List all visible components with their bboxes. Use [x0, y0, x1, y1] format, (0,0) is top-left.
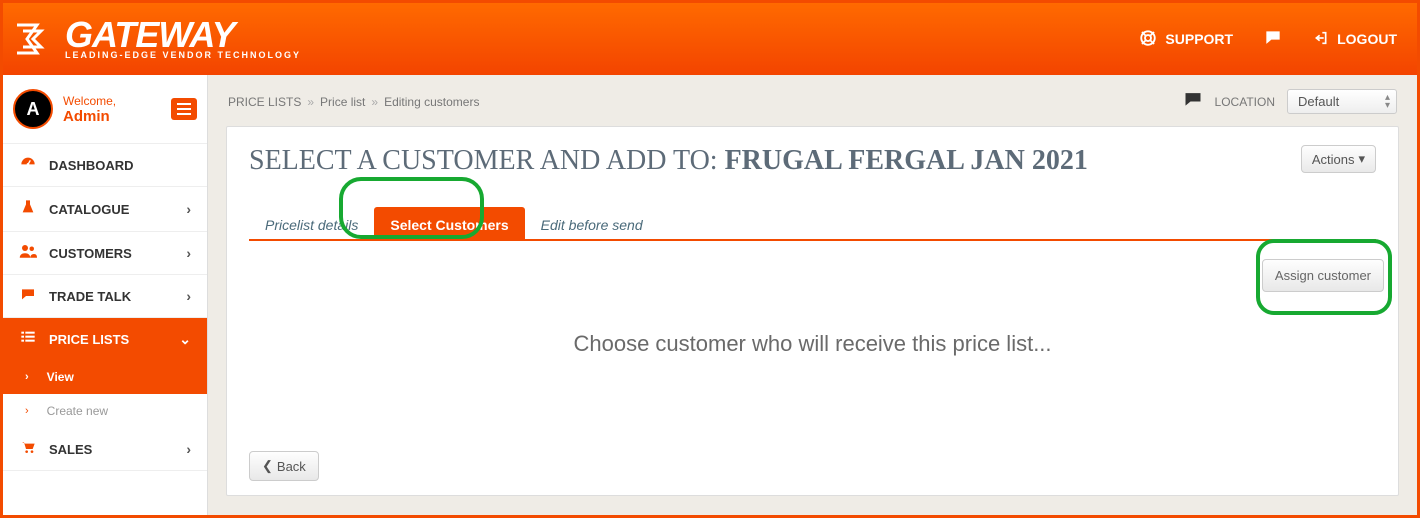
location-value: Default	[1298, 94, 1339, 109]
logout-link[interactable]: LOGOUT	[1313, 30, 1397, 49]
logout-label: LOGOUT	[1337, 31, 1397, 47]
chat-icon	[1263, 28, 1283, 51]
page-title: Select a customer and add to: Frugal Fer…	[249, 145, 1088, 177]
sidebar-item-dashboard[interactable]: DASHBOARD	[3, 144, 207, 187]
flask-icon	[19, 199, 37, 219]
brand-tagline: LEADING-EDGE VENDOR TECHNOLOGY	[65, 51, 301, 59]
sidebar-label: TRADE TALK	[49, 289, 131, 304]
location-select[interactable]: Default ▴▾	[1287, 89, 1397, 114]
main-panel: Select a customer and add to: Frugal Fer…	[226, 126, 1399, 496]
back-label: Back	[277, 459, 306, 474]
users-icon	[19, 244, 37, 262]
logout-icon	[1313, 30, 1329, 49]
sidebar-label: DASHBOARD	[49, 158, 134, 173]
back-button[interactable]: ❮ Back	[249, 451, 319, 481]
chevron-right-icon: ›	[186, 288, 191, 304]
breadcrumb-separator: »	[307, 95, 314, 109]
chevron-right-icon: ›	[25, 371, 29, 383]
page-chat-button[interactable]	[1183, 90, 1203, 113]
actions-dropdown[interactable]: Actions ▾	[1301, 145, 1376, 173]
sidebar-label: CUSTOMERS	[49, 246, 132, 261]
avatar[interactable]: A	[13, 89, 53, 129]
topbar: GATEWAY LEADING-EDGE VENDOR TECHNOLOGY S…	[3, 3, 1417, 75]
sidebar-item-customers[interactable]: CUSTOMERS ›	[3, 232, 207, 275]
stepper-icon: ▴▾	[1385, 94, 1390, 110]
actions-label: Actions	[1312, 152, 1355, 167]
sidebar-item-trade-talk[interactable]: TRADE TALK ›	[3, 275, 207, 318]
breadcrumb-row: PRICE LISTS » Price list » Editing custo…	[226, 85, 1399, 126]
sidebar-label: SALES	[49, 442, 92, 457]
chevron-right-icon: ›	[25, 405, 29, 417]
tab-pricelist-details[interactable]: Pricelist details	[249, 207, 374, 241]
assign-customer-button[interactable]: Assign customer	[1262, 259, 1384, 292]
welcome-text: Welcome,	[63, 94, 116, 108]
chat-icon	[19, 287, 37, 305]
page-title-name: Frugal Fergal Jan 2021	[725, 145, 1088, 176]
sidebar-item-sales[interactable]: SALES ›	[3, 428, 207, 471]
logo-text: GATEWAY LEADING-EDGE VENDOR TECHNOLOGY	[65, 19, 301, 59]
breadcrumb-item: Editing customers	[384, 95, 479, 109]
topbar-chat-button[interactable]	[1263, 28, 1283, 51]
dashboard-icon	[19, 156, 37, 174]
cart-icon	[19, 440, 37, 458]
support-link[interactable]: SUPPORT	[1139, 29, 1233, 50]
tab-select-customers[interactable]: Select Customers	[374, 207, 524, 241]
user-name: Admin	[63, 108, 116, 125]
list-icon	[19, 330, 37, 348]
tab-edit-before-send[interactable]: Edit before send	[525, 207, 659, 241]
sidebar-item-price-lists[interactable]: PRICE LISTS ⌄	[3, 318, 207, 360]
main-content: PRICE LISTS » Price list » Editing custo…	[208, 75, 1417, 515]
empty-state-message: Choose customer who will receive this pr…	[249, 331, 1376, 357]
chevron-down-icon: ⌄	[179, 331, 191, 348]
lifebuoy-icon	[1139, 29, 1157, 50]
sidebar-nav: DASHBOARD CATALOGUE › CUSTOMERS ›	[3, 144, 207, 471]
caret-down-icon: ▾	[1358, 151, 1365, 167]
page-title-prefix: Select a customer and add to:	[249, 145, 725, 176]
chevron-right-icon: ›	[186, 201, 191, 217]
location-label: LOCATION	[1215, 95, 1275, 109]
sidebar-sub-label: View	[47, 370, 74, 384]
sidebar-label: CATALOGUE	[49, 202, 129, 217]
chevron-right-icon: ›	[186, 245, 191, 261]
tab-bar: Pricelist details Select Customers Edit …	[249, 205, 1376, 241]
sidebar-subitem-create[interactable]: › Create new	[3, 394, 207, 428]
sidebar-item-catalogue[interactable]: CATALOGUE ›	[3, 187, 207, 232]
user-block: A Welcome, Admin	[3, 75, 207, 144]
sidebar-sub-label: Create new	[47, 404, 108, 418]
breadcrumb-item[interactable]: PRICE LISTS	[228, 95, 301, 109]
sidebar-toggle-button[interactable]	[171, 98, 197, 120]
sidebar-label: PRICE LISTS	[49, 332, 129, 347]
logo-mark-icon	[13, 17, 57, 61]
brand-logo[interactable]: GATEWAY LEADING-EDGE VENDOR TECHNOLOGY	[13, 17, 301, 61]
breadcrumb-item[interactable]: Price list	[320, 95, 365, 109]
breadcrumb-separator: »	[371, 95, 378, 109]
chevron-left-icon: ❮	[262, 458, 273, 474]
sidebar: A Welcome, Admin DASHBOARD CATALOGUE ›	[3, 75, 208, 515]
sidebar-subitem-view[interactable]: › View	[3, 360, 207, 394]
chevron-right-icon: ›	[186, 441, 191, 457]
brand-name: GATEWAY	[65, 19, 301, 51]
support-label: SUPPORT	[1165, 31, 1233, 47]
